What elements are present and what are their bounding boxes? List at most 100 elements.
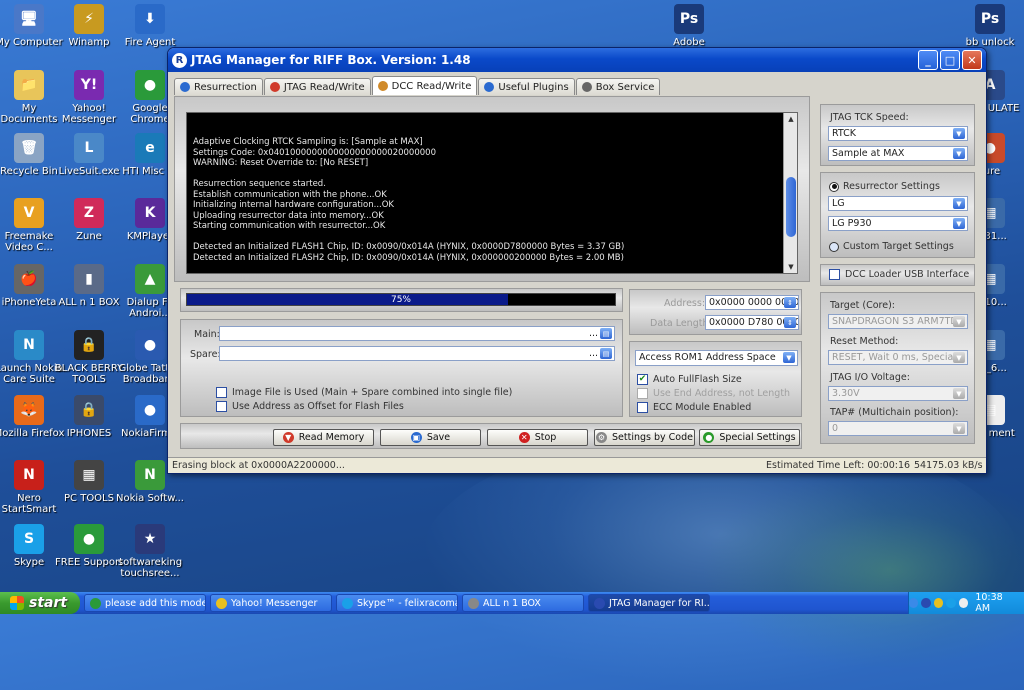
system-tray: 10:38 AM <box>908 592 1024 614</box>
taskbar: start please add this model... Yahoo! Mes… <box>0 592 1024 614</box>
auto-fullflash-checkbox[interactable]: ✔ Auto FullFlash Size <box>637 374 742 385</box>
spare-file-input[interactable]: ... ▤ <box>219 346 615 361</box>
chevron-down-icon[interactable]: ▼ <box>953 388 965 399</box>
address-space-select[interactable]: Access ROM1 Address Space ▼ <box>635 350 798 366</box>
scroll-down-icon[interactable]: ▼ <box>786 262 796 272</box>
button-icon: ✕ <box>518 432 530 443</box>
use-address-checkbox[interactable]: Use Address as Offset for Flash Files <box>216 401 404 412</box>
main-file-input[interactable]: ... ▤ <box>219 326 615 341</box>
progress-label: 75% <box>390 295 411 305</box>
taskbar-item[interactable]: JTAG Manager for RI... <box>588 594 710 612</box>
data-length-field[interactable]: 0x0000 D780 0000 ⇕ <box>705 315 799 330</box>
dcc-loader-checkbox[interactable]: DCC Loader USB Interface <box>829 269 969 280</box>
taskbar-item[interactable]: ALL n 1 BOX <box>462 594 584 612</box>
button-label: Special Settings <box>719 432 796 443</box>
special-settings-button[interactable]: ● Special Settings <box>699 429 800 446</box>
desktop-icon[interactable]: Ps bb unlock <box>954 4 1024 48</box>
chevron-down-icon[interactable]: ▼ <box>953 198 965 209</box>
app-icon: Ps <box>975 4 1005 34</box>
checkbox-box[interactable] <box>216 401 227 412</box>
data-length-spin-icon[interactable]: ⇕ <box>784 317 796 328</box>
chevron-down-icon[interactable]: ▼ <box>953 148 965 159</box>
volume-tray-icon[interactable] <box>958 598 969 608</box>
app-icon: 🔒 <box>74 395 104 425</box>
riff-tray-icon[interactable] <box>921 598 931 608</box>
address-spin-icon[interactable]: ⇕ <box>784 297 796 308</box>
close-button[interactable]: ✕ <box>962 50 982 70</box>
read-memory-button[interactable]: ▼ Read Memory <box>273 429 374 446</box>
checkbox-box[interactable] <box>637 402 648 413</box>
sampling-select[interactable]: Sample at MAX ▼ <box>828 146 968 161</box>
tab-strip: Resurrection JTAG Read/Write DCC Read/Writ… <box>174 76 661 96</box>
app-icon: ▲ <box>135 264 165 294</box>
title-bar[interactable]: R JTAG Manager for RIFF Box. Version: 1.… <box>168 48 986 72</box>
io-voltage-value: 3.30V <box>832 388 860 399</box>
checkbox-box[interactable] <box>637 388 648 399</box>
chevron-down-icon[interactable]: ▼ <box>953 423 965 434</box>
tab-icon <box>377 81 388 91</box>
manufacturer-select[interactable]: LG ▼ <box>828 196 968 211</box>
address-field[interactable]: 0x0000 0000 0000 ⇕ <box>705 295 799 310</box>
help-tray-icon[interactable] <box>908 598 919 608</box>
desktop-icon[interactable]: ⬇ Fire Agent <box>114 4 186 48</box>
image-file-checkbox[interactable]: Image File is Used (Main + Spare combine… <box>216 387 512 398</box>
chevron-down-icon[interactable]: ▼ <box>953 128 965 139</box>
settings-by-code-button[interactable]: ⚙ Settings by Code <box>594 429 695 446</box>
reset-method-value: RESET, Wait 0 ms, Special <box>832 352 957 363</box>
tab-jtag-read-write[interactable]: JTAG Read/Write <box>263 78 371 95</box>
stop-button[interactable]: ✕ Stop <box>487 429 588 446</box>
use-end-address-checkbox[interactable]: Use End Address, not Length <box>637 388 790 399</box>
io-voltage-select[interactable]: 3.30V ▼ <box>828 386 968 401</box>
taskbar-item[interactable]: Yahoo! Messenger <box>210 594 332 612</box>
taskbar-item[interactable]: please add this model... <box>84 594 206 612</box>
radio-selected-icon <box>831 184 837 189</box>
main-folder-icon[interactable]: ▤ <box>600 328 612 339</box>
spare-folder-icon[interactable]: ▤ <box>600 348 612 359</box>
log-scrollbar[interactable]: ▲ ▼ <box>783 113 797 273</box>
chevron-down-icon[interactable]: ▼ <box>953 352 965 363</box>
tck-speed-label: JTAG TCK Speed: <box>830 112 909 123</box>
scroll-thumb[interactable] <box>786 177 796 237</box>
chevron-down-icon[interactable]: ▼ <box>953 218 965 229</box>
tab-box-service[interactable]: Box Service <box>575 78 661 95</box>
skype-tray-icon[interactable] <box>946 598 956 608</box>
model-select[interactable]: LG P930 ▼ <box>828 216 968 231</box>
tab-useful-plugins[interactable]: Useful Plugins <box>478 78 575 95</box>
chevron-down-icon[interactable]: ▼ <box>783 352 795 363</box>
ecc-module-checkbox[interactable]: ECC Module Enabled <box>637 402 751 413</box>
reset-method-select[interactable]: RESET, Wait 0 ms, Special ▼ <box>828 350 968 365</box>
app-icon: Z <box>74 198 104 228</box>
tab-resurrection[interactable]: Resurrection <box>174 78 263 95</box>
app-icon: Ps <box>674 4 704 34</box>
shield-tray-icon[interactable] <box>933 598 944 608</box>
jtag-manager-window[interactable]: R JTAG Manager for RIFF Box. Version: 1.… <box>167 47 987 474</box>
minimize-button[interactable]: _ <box>918 50 938 70</box>
tck-speed-select[interactable]: RTCK ▼ <box>828 126 968 141</box>
checkbox-box[interactable] <box>829 269 840 280</box>
radio-dot[interactable] <box>829 181 839 192</box>
button-label: Stop <box>534 432 557 443</box>
checkbox-box[interactable] <box>216 387 227 398</box>
app-icon: Y! <box>74 70 104 100</box>
spare-browse-button[interactable]: ... <box>589 348 598 359</box>
custom-target-radio[interactable]: Custom Target Settings <box>829 241 954 252</box>
scroll-up-icon[interactable]: ▲ <box>786 114 796 124</box>
checkbox-box[interactable]: ✔ <box>637 374 648 385</box>
window-title: JTAG Manager for RIFF Box. Version: 1.48 <box>191 53 471 67</box>
start-button[interactable]: start <box>0 592 80 614</box>
taskbar-item[interactable]: Skype™ - felixracoma16 <box>336 594 458 612</box>
target-core-label: Target (Core): <box>830 300 896 311</box>
maximize-button[interactable]: □ <box>940 50 960 70</box>
main-browse-button[interactable]: ... <box>589 328 598 339</box>
tap-select[interactable]: 0 ▼ <box>828 421 968 436</box>
radio-dot[interactable] <box>829 241 839 252</box>
chevron-down-icon[interactable]: ▼ <box>953 316 965 327</box>
save-button[interactable]: ▣ Save <box>380 429 481 446</box>
resurrector-settings-radio[interactable]: Resurrector Settings <box>829 181 940 192</box>
tab-dcc-read-write[interactable]: DCC Read/Write <box>371 76 478 95</box>
button-icon: ▼ <box>282 432 294 443</box>
app-icon: N <box>14 330 44 360</box>
target-core-select[interactable]: SNAPDRAGON S3 ARM7TDMI ▼ <box>828 314 968 329</box>
desktop-icon[interactable]: ★ softwareking touchsree... <box>114 524 186 579</box>
